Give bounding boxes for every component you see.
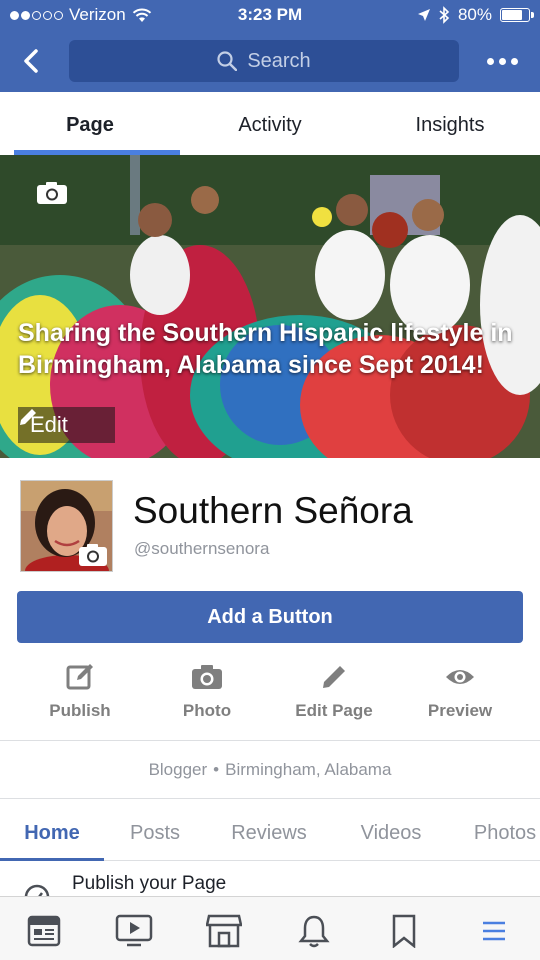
chevron-left-icon — [24, 49, 38, 73]
divider — [0, 740, 540, 741]
divider — [0, 798, 540, 799]
pencil-icon — [20, 409, 36, 425]
cover-photo[interactable]: Sharing the Southern Hispanic lifestyle … — [0, 155, 540, 458]
back-button[interactable] — [14, 42, 48, 80]
search-bar[interactable]: Search — [69, 40, 459, 82]
compose-icon — [66, 664, 93, 690]
photo-label: Photo — [182, 701, 232, 720]
page-about: Blogger • Birmingham, Alabama — [148, 760, 392, 779]
cover-caption: Sharing the Southern Hispanic lifestyle … — [18, 319, 513, 379]
tab-videos[interactable]: Videos — [332, 800, 450, 860]
preview-action[interactable]: Preview — [400, 660, 520, 721]
location-icon — [417, 9, 430, 21]
page-category: Blogger — [148, 760, 208, 779]
pencil-icon — [323, 666, 345, 688]
battery-percent: 80% — [457, 5, 492, 24]
add-a-button[interactable]: Add a Button — [17, 591, 523, 643]
edit-cover-button[interactable]: Edit — [18, 407, 115, 443]
edit-page-label: Edit Page — [295, 701, 373, 720]
tab-posts[interactable]: Posts — [104, 800, 206, 860]
page-name: Southern Señora — [133, 490, 413, 531]
menu-icon — [483, 921, 505, 941]
news-feed-icon — [27, 915, 61, 947]
notifications-icon — [298, 915, 330, 948]
bottom-tab-bar — [0, 896, 540, 960]
tab-marketplace[interactable] — [204, 911, 244, 951]
tab-photos[interactable]: Photos — [450, 800, 540, 860]
camera-icon — [192, 665, 222, 689]
eye-icon — [446, 670, 474, 684]
avatar[interactable] — [20, 480, 113, 572]
tab-insights[interactable]: Insights — [360, 92, 540, 155]
search-icon — [217, 51, 238, 71]
page-sections-tabs: Home Posts Reviews Videos Photos — [0, 800, 540, 861]
status-bar: Verizon 3:23 PM 80% — [0, 0, 540, 32]
tab-reviews[interactable]: Reviews — [206, 800, 332, 860]
search-placeholder: Search — [247, 49, 311, 72]
battery-icon — [500, 8, 534, 22]
page-tabs: Page Activity Insights — [0, 92, 540, 155]
video-icon — [115, 914, 153, 947]
tab-activity[interactable]: Activity — [180, 92, 360, 155]
bookmark-icon — [392, 914, 416, 948]
tab-video[interactable] — [114, 911, 154, 951]
more-options-button[interactable] — [482, 42, 522, 80]
photo-action[interactable]: Photo — [147, 660, 267, 721]
tab-menu[interactable] — [474, 911, 514, 951]
publish-page-label: Publish your Page — [72, 873, 227, 894]
preview-label: Preview — [427, 701, 493, 720]
edit-page-action[interactable]: Edit Page — [274, 660, 394, 721]
publish-label: Publish — [49, 701, 111, 720]
tab-home[interactable]: Home — [0, 800, 104, 861]
page-actions: Publish Photo Edit Page Preview — [0, 660, 540, 730]
tab-news-feed[interactable] — [24, 911, 64, 951]
camera-icon[interactable] — [36, 181, 68, 205]
tab-notifications[interactable] — [294, 911, 334, 951]
camera-icon[interactable] — [78, 543, 108, 567]
marketplace-icon — [206, 914, 242, 948]
tab-page[interactable]: Page — [0, 92, 180, 155]
publish-action[interactable]: Publish — [20, 660, 140, 721]
bluetooth-icon — [439, 6, 450, 24]
top-bar: Verizon 3:23 PM 80% Search — [0, 0, 540, 92]
page-location: Birmingham, Alabama — [225, 760, 392, 779]
tab-bookmarks[interactable] — [384, 911, 424, 951]
page-handle: @southernsenora — [134, 539, 270, 558]
